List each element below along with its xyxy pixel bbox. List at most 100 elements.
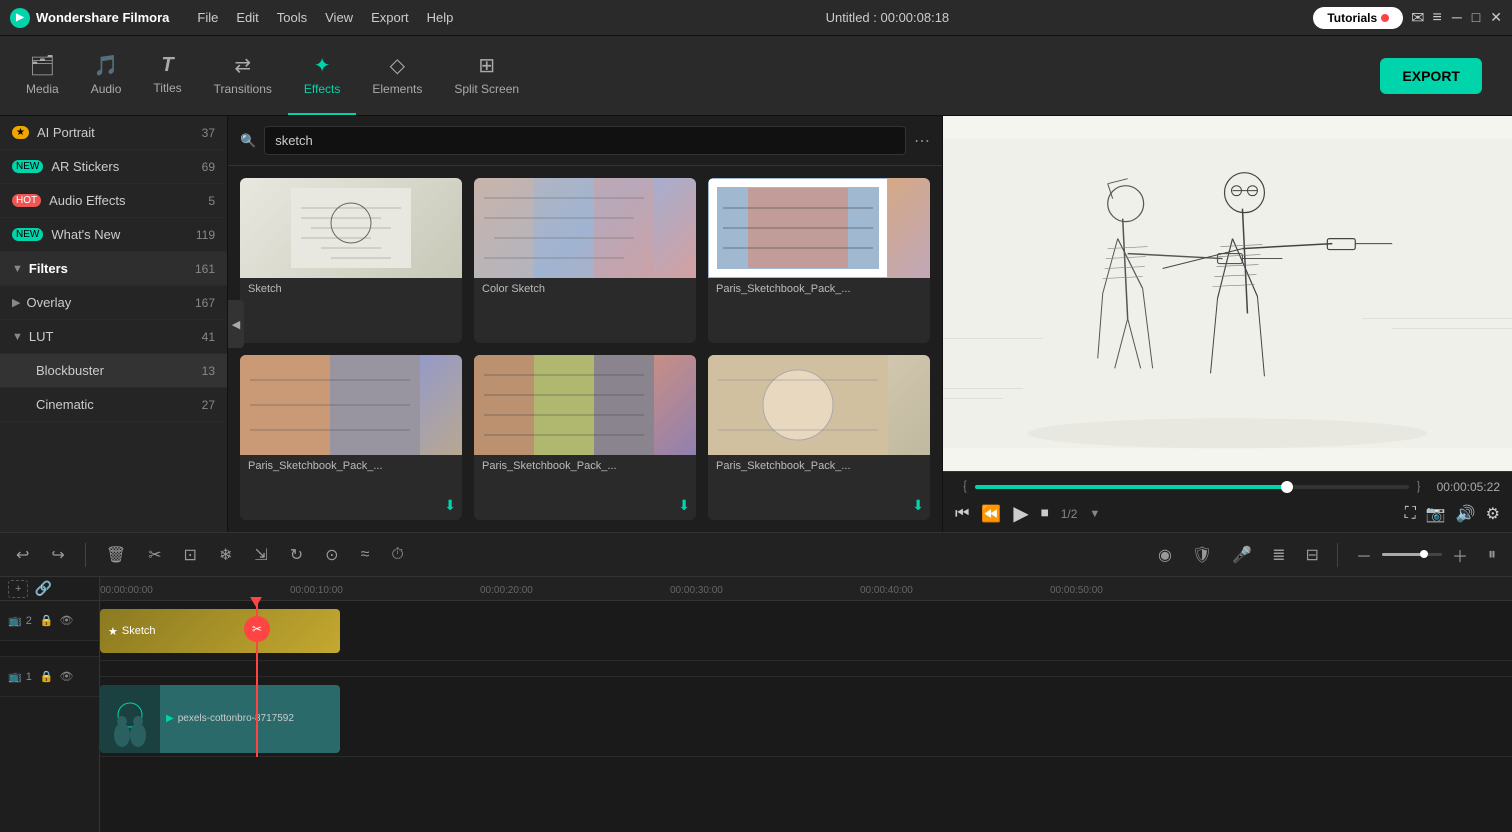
- link-icon[interactable]: 🔗: [34, 580, 51, 597]
- toolbar-titles[interactable]: T Titles: [137, 36, 197, 115]
- audio-adjust-button[interactable]: ≈: [355, 542, 376, 568]
- zoom-out-button[interactable]: －: [1350, 539, 1378, 571]
- crop-button[interactable]: ⊡: [178, 541, 203, 569]
- skip-back-button[interactable]: ⏮: [955, 505, 969, 523]
- speed-button[interactable]: ⏱: [385, 542, 409, 568]
- menu-view[interactable]: View: [317, 8, 361, 27]
- effect-card-sketch[interactable]: Sketch: [240, 178, 462, 343]
- screenshot-icon[interactable]: 📷: [1426, 504, 1446, 524]
- cut-button[interactable]: ✂: [142, 541, 167, 569]
- redo-button[interactable]: ↪: [45, 541, 70, 569]
- video-clip[interactable]: ▶ pexels-cottonbro-8717592: [100, 685, 340, 753]
- sidebar-item-lut[interactable]: ▼ LUT 41: [0, 320, 227, 354]
- color-button[interactable]: ⊙: [319, 541, 344, 569]
- media-label: Media: [26, 82, 59, 96]
- menu-icon[interactable]: ≡: [1433, 9, 1442, 27]
- maximize-icon[interactable]: □: [1472, 9, 1480, 26]
- media-icon: 🗂: [30, 53, 55, 78]
- toolbar-media[interactable]: 🗂 Media: [10, 36, 75, 115]
- zoom-thumb: [1420, 550, 1428, 558]
- freeze-button[interactable]: ❄: [213, 541, 238, 569]
- rotate-button[interactable]: ↻: [284, 541, 309, 569]
- export-button[interactable]: EXPORT: [1380, 58, 1482, 94]
- ai-portrait-label: AI Portrait: [37, 125, 202, 140]
- effect-card-paris1[interactable]: Paris_Sketchbook_Pack_...: [708, 178, 930, 343]
- motion-icon[interactable]: ◉: [1152, 541, 1178, 569]
- audio-icon[interactable]: 🔊: [1456, 504, 1476, 524]
- sidebar-item-overlay[interactable]: ▶ Overlay 167: [0, 286, 227, 320]
- track2-eye-icon[interactable]: 👁: [60, 614, 74, 627]
- bracket-left-icon[interactable]: ｛: [955, 478, 967, 495]
- menu-export[interactable]: Export: [363, 8, 417, 27]
- sidebar-subitem-cinematic[interactable]: Cinematic 27: [0, 388, 227, 422]
- menu-edit[interactable]: Edit: [228, 8, 266, 27]
- sidebar-item-ar-stickers[interactable]: NEW AR Stickers 69: [0, 150, 227, 184]
- toolbar-elements[interactable]: ◇ Elements: [356, 36, 438, 115]
- track2-lock-icon[interactable]: 🔒: [40, 614, 54, 627]
- minimize-icon[interactable]: ─: [1452, 9, 1462, 26]
- menu-tools[interactable]: Tools: [269, 8, 315, 27]
- splitscreen-icon: ⊞: [478, 53, 495, 78]
- track2-play-icon: 📺: [8, 614, 22, 627]
- track-gap-row: [100, 661, 1512, 677]
- progress-bar[interactable]: [975, 485, 1409, 489]
- menu-file[interactable]: File: [189, 8, 226, 27]
- ai-portrait-count: 37: [202, 126, 215, 140]
- toolbar-effects[interactable]: ✦ Effects: [288, 36, 356, 115]
- mail-icon[interactable]: ✉: [1411, 8, 1424, 28]
- audio-label: Audio: [91, 82, 122, 96]
- zoom-in-button[interactable]: ＋: [1446, 539, 1474, 571]
- effect-card-paris2[interactable]: Paris_Sketchbook_Pack_... ⬇: [240, 355, 462, 520]
- timeline-options-button[interactable]: ⏸: [1482, 542, 1502, 568]
- track1-eye-icon[interactable]: 👁: [60, 670, 74, 683]
- color-sketch-label: Color Sketch: [474, 278, 696, 300]
- step-back-button[interactable]: ⏪: [981, 504, 1001, 524]
- toolbar-transitions[interactable]: ⇄ Transitions: [198, 36, 288, 115]
- effect-card-color-sketch[interactable]: Color Sketch: [474, 178, 696, 343]
- playhead[interactable]: ✂: [256, 601, 258, 757]
- close-icon[interactable]: ✕: [1490, 9, 1502, 26]
- sidebar-item-audio-effects[interactable]: HOT Audio Effects 5: [0, 184, 227, 218]
- search-input[interactable]: [264, 126, 906, 155]
- splitscreen-label: Split Screen: [454, 82, 519, 96]
- delete-button[interactable]: 🗑: [100, 541, 132, 569]
- fullscreen-icon[interactable]: ⛶: [1405, 505, 1416, 523]
- track1-lock-icon[interactable]: 🔒: [40, 670, 54, 683]
- effect-card-paris4[interactable]: Paris_Sketchbook_Pack_... ⬇: [708, 355, 930, 520]
- undo-button[interactable]: ↩: [10, 541, 35, 569]
- sidebar-item-filters[interactable]: ▼ Filters 161: [0, 252, 227, 286]
- whats-new-label: What's New: [51, 227, 196, 242]
- zoom-slider[interactable]: [1382, 553, 1442, 556]
- paris1-thumb: [708, 178, 930, 278]
- effects-sidebar: ★ AI Portrait 37 NEW AR Stickers 69 HOT …: [0, 116, 228, 532]
- filters-expand-icon: ▼: [12, 263, 23, 275]
- collapse-sidebar-button[interactable]: ◀: [228, 300, 244, 348]
- toolbar-separator-2: [1337, 543, 1338, 567]
- add-track-button[interactable]: +: [8, 580, 28, 598]
- sidebar-item-ai-portrait[interactable]: ★ AI Portrait 37: [0, 116, 227, 150]
- bracket-right-icon[interactable]: ｝: [1417, 478, 1429, 495]
- stop-button[interactable]: ⏹: [1041, 505, 1049, 523]
- caption-icon[interactable]: ≣: [1266, 541, 1291, 569]
- ruler-tick-0: 00:00:00:00: [100, 585, 153, 596]
- menu-help[interactable]: Help: [419, 8, 462, 27]
- tutorials-button[interactable]: Tutorials: [1313, 7, 1403, 29]
- settings-icon[interactable]: ⚙: [1486, 504, 1500, 524]
- shield-icon[interactable]: 🛡: [1186, 541, 1218, 569]
- sidebar-subitem-blockbuster[interactable]: Blockbuster 13: [0, 354, 227, 388]
- effects-icon: ✦: [314, 53, 331, 78]
- video-clip-info: ▶ pexels-cottonbro-8717592: [160, 713, 340, 726]
- grid-view-icon[interactable]: ⋯: [914, 131, 930, 151]
- mic-icon[interactable]: 🎤: [1226, 541, 1258, 569]
- play-button[interactable]: ▶: [1013, 501, 1028, 526]
- ratio-dropdown-icon[interactable]: ▼: [1089, 508, 1100, 520]
- toolbar-splitscreen[interactable]: ⊞ Split Screen: [438, 36, 535, 115]
- ar-stickers-badge: NEW: [12, 160, 43, 173]
- picture-in-picture-icon[interactable]: ⊟: [1300, 541, 1325, 569]
- sketch-clip[interactable]: ★ Sketch: [100, 609, 340, 653]
- collapse-arrow-icon: ◀: [232, 318, 240, 331]
- toolbar-audio[interactable]: 🎵 Audio: [75, 36, 138, 115]
- effect-card-paris3[interactable]: Paris_Sketchbook_Pack_... ⬇: [474, 355, 696, 520]
- transform-button[interactable]: ⇲: [248, 541, 273, 569]
- sidebar-item-whats-new[interactable]: NEW What's New 119: [0, 218, 227, 252]
